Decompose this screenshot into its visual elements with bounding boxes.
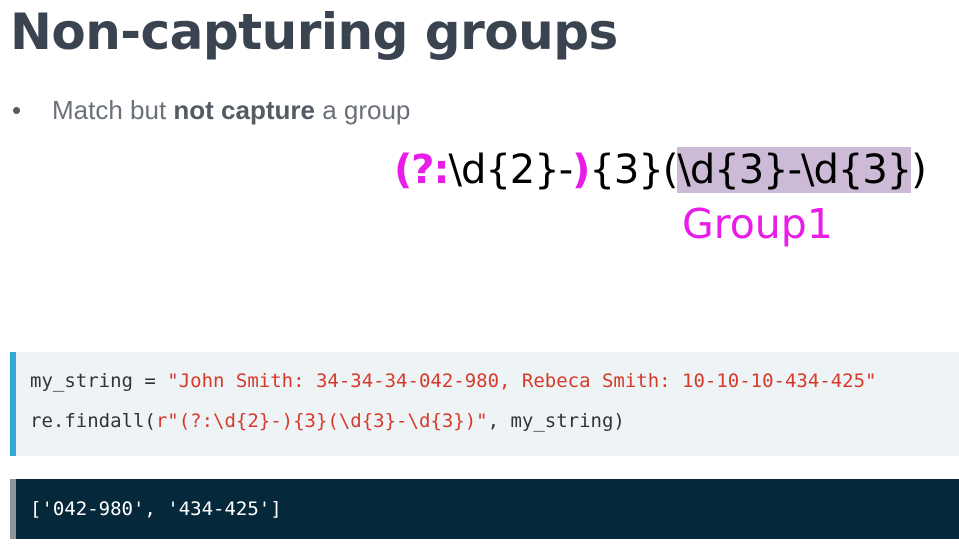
group-open-paren: (: [662, 147, 679, 193]
code-call-start: re.findall(: [30, 410, 156, 432]
noncapture-close: ): [572, 147, 590, 193]
code-string-literal: "John Smith: 34-34-34-042-980, Rebeca Sm…: [167, 370, 877, 392]
group-label: Group1: [682, 200, 833, 248]
output-block: ['042-980', '434-425']: [10, 479, 959, 539]
bullet-text-suffix: a group: [314, 95, 411, 125]
noncapture-body: \d{2}-: [448, 147, 573, 193]
bullet-item: • Match but not capture a group: [12, 92, 410, 128]
page-title: Non-capturing groups: [10, 3, 618, 61]
bullet-dot: •: [12, 95, 22, 125]
group-close-paren: ): [911, 147, 927, 193]
code-line-2: re.findall(r"(?:\d{2}-){3}(\d{3}-\d{3})"…: [30, 410, 625, 432]
code-assignment: my_string =: [30, 370, 168, 392]
regex-quantifier: {3}: [589, 147, 663, 193]
code-call-end: , my_string): [487, 410, 625, 432]
noncapture-open: (?:: [394, 147, 449, 193]
output-text: ['042-980', '434-425']: [30, 498, 282, 520]
regex-diagram: (?:\d{2}-){3}(\d{3}-\d{3}): [394, 140, 927, 200]
bullet-text-prefix: Match but: [52, 95, 174, 125]
group-body-highlight: \d{3}-\d{3}: [677, 147, 912, 193]
bullet-text-bold: not capture: [173, 95, 315, 125]
code-block: my_string = "John Smith: 34-34-34-042-98…: [10, 352, 959, 456]
code-regex-literal: r"(?:\d{2}-){3}(\d{3}-\d{3})": [155, 410, 488, 432]
code-line-1: my_string = "John Smith: 34-34-34-042-98…: [30, 370, 877, 392]
